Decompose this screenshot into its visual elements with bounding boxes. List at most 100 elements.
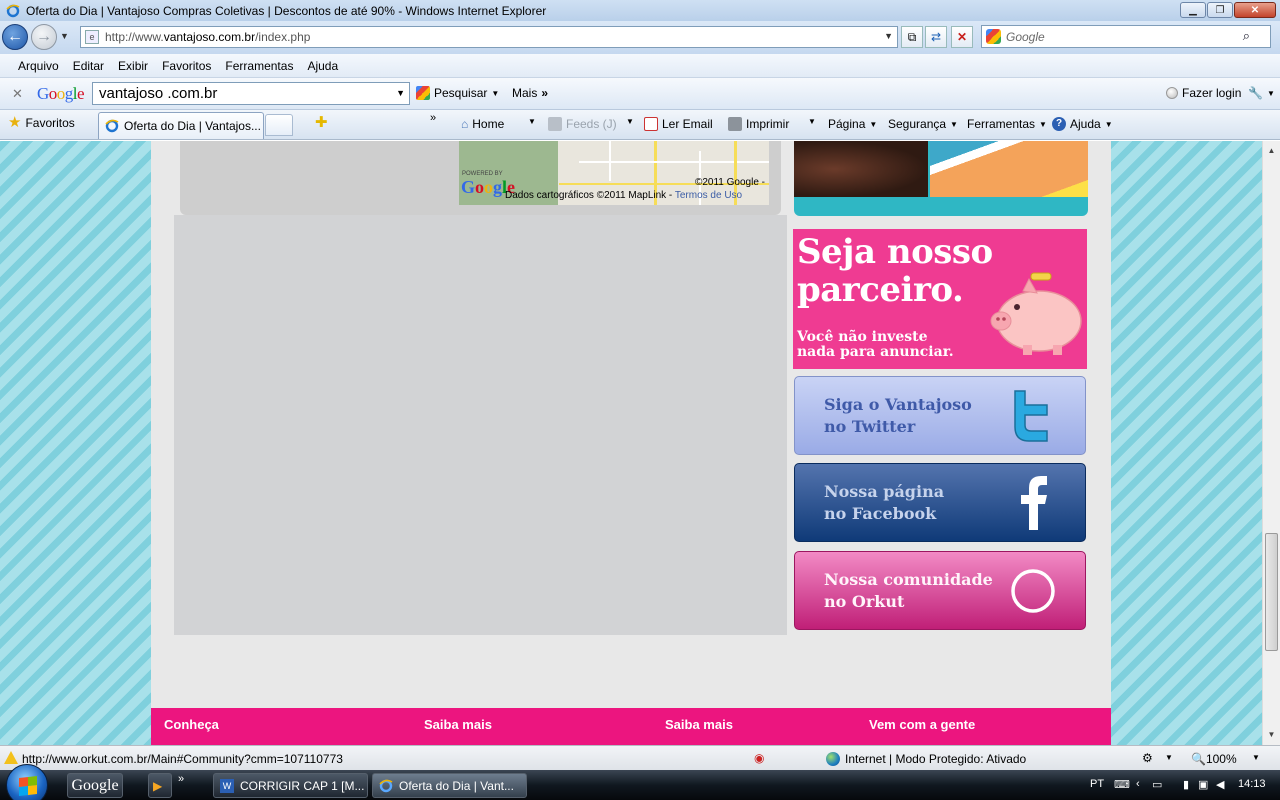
footer-link-saiba-mais-2[interactable]: Saiba mais (665, 717, 733, 732)
word-icon: W (220, 778, 234, 793)
print-dropdown-icon[interactable]: ▼ (808, 117, 816, 126)
feeds-button[interactable]: Feeds (J) (548, 117, 617, 131)
zoom-dropdown-icon[interactable]: ▼ (1252, 753, 1260, 762)
scroll-up-icon[interactable]: ▲ (1263, 143, 1280, 159)
favorites-button[interactable]: ★ Favoritos (8, 115, 75, 130)
menu-exibir[interactable]: Exibir (118, 59, 148, 73)
taskbar-item-ie[interactable]: Oferta do Dia | Vant... (372, 773, 527, 798)
home-dropdown-icon[interactable]: ▼ (528, 117, 536, 126)
globe-icon (826, 752, 840, 766)
favorites-label: Favoritos (25, 116, 75, 130)
page-container: POWERED BY Google ©2011 Google - Dados c… (151, 141, 1111, 745)
twitter-line1: Siga o Vantajoso (824, 394, 972, 414)
page-menu-button[interactable]: Página ▼ (828, 117, 877, 131)
pesquisar-button[interactable]: Pesquisar ▼ (416, 86, 499, 100)
menu-ajuda[interactable]: Ajuda (307, 59, 338, 73)
scroll-down-icon[interactable]: ▼ (1263, 727, 1280, 743)
privacy-icon[interactable]: ◉ (754, 751, 764, 765)
search-icon[interactable]: ⌕ (1243, 28, 1250, 44)
facebook-button[interactable]: Nossa página no Facebook (794, 463, 1086, 542)
google-toolbar-search-input[interactable]: vantajoso .com.br ▼ (92, 82, 410, 105)
feeds-dropdown-icon[interactable]: ▼ (626, 117, 634, 126)
taskbar-item-word[interactable]: W CORRIGIR CAP 1 [M... (213, 773, 368, 798)
battery-icon[interactable]: ▮ (1183, 778, 1189, 791)
footer-link-vem-com-a-gente[interactable]: Vem com a gente (869, 717, 975, 732)
add-favorites-bar-button[interactable]: ✚ (315, 115, 328, 130)
scroll-thumb[interactable] (1265, 533, 1278, 651)
quicklaunch-more-icon[interactable]: » (178, 773, 184, 785)
compatibility-view-icon[interactable]: ⧉ (901, 26, 923, 48)
home-button[interactable]: ⌂ Home (461, 117, 504, 131)
google-toolbar-logo: Google (37, 84, 85, 103)
refresh-icon[interactable]: ⇄ (925, 26, 947, 48)
tab-active[interactable]: Oferta do Dia | Vantajos... (98, 112, 264, 139)
query-dropdown-icon[interactable]: ▼ (396, 88, 405, 98)
forward-button[interactable]: → (31, 24, 57, 50)
partner-banner[interactable]: Seja nosso parceiro. Você não investe na… (793, 229, 1087, 369)
volume-icon[interactable]: ◀ (1216, 778, 1224, 791)
address-dropdown-icon[interactable]: ▼ (884, 31, 893, 41)
google-taskbar-button[interactable]: Google (67, 773, 123, 798)
feeds-label: Feeds (J) (566, 117, 617, 131)
search-input[interactable]: Google ⌕ (981, 25, 1271, 48)
menu-editar[interactable]: Editar (73, 59, 104, 73)
map-carto-label: Dados cartográficos ©2011 MapLink - (505, 190, 673, 201)
menu-arquivo[interactable]: Arquivo (18, 59, 59, 73)
restore-button[interactable]: ❐ (1207, 2, 1233, 18)
tools-menu-button[interactable]: Ferramentas ▼ (967, 117, 1047, 131)
close-toolbar-icon[interactable]: ✕ (12, 86, 23, 102)
home-icon: ⌂ (461, 117, 469, 131)
partner-headline-line1: Seja nosso (797, 232, 993, 272)
chevron-down-icon[interactable]: ▼ (1165, 753, 1173, 762)
double-chevron-icon: » (541, 86, 549, 100)
zoom-level[interactable]: 🔍100% (1191, 752, 1237, 766)
orkut-button[interactable]: Nossa comunidade no Orkut (794, 551, 1086, 630)
vertical-scrollbar[interactable]: ▲ ▼ (1262, 141, 1280, 745)
taskbar-item-word-label: CORRIGIR CAP 1 [M... (240, 778, 365, 793)
stop-icon[interactable]: ✕ (951, 26, 973, 48)
menu-ferramentas[interactable]: Ferramentas (225, 59, 293, 73)
google-map[interactable]: POWERED BY Google ©2011 Google - Dados c… (459, 141, 769, 205)
facebook-line1: Nossa página (824, 481, 945, 501)
taskbar: Google ▶ » W CORRIGIR CAP 1 [M... Oferta… (0, 764, 1280, 800)
minimize-button[interactable]: ▁ (1180, 2, 1206, 18)
ie-tab-icon (105, 119, 119, 133)
recent-pages-dropdown-icon[interactable]: ▼ (60, 31, 69, 41)
safely-remove-icon[interactable]: ▭ (1152, 778, 1162, 791)
map-terms-link[interactable]: Termos de Uso (675, 190, 742, 201)
deal-image[interactable] (794, 141, 1088, 216)
toolbar-settings-button[interactable]: 🔧 ▼ (1248, 86, 1275, 100)
start-button[interactable] (6, 764, 48, 800)
address-bar[interactable]: e http://www. vantajoso.com.br/index.php … (80, 26, 898, 48)
media-player-button[interactable]: ▶ (148, 773, 172, 798)
security-zone[interactable]: Internet | Modo Protegido: Ativado (826, 752, 1026, 766)
partner-sub-line1: Você não investe (797, 329, 928, 345)
more-chevron-icon[interactable]: » (430, 112, 436, 124)
status-bar: http://www.orkut.com.br/Main#Community?c… (0, 745, 1280, 770)
read-email-button[interactable]: Ler Email (644, 117, 713, 131)
protected-mode-icon[interactable]: ⚙ (1142, 751, 1153, 765)
security-menu-button[interactable]: Segurança ▼ (888, 117, 958, 131)
keyboard-icon[interactable]: ⌨ (1114, 778, 1130, 791)
footer-link-conheca[interactable]: Conheça (164, 717, 219, 732)
twitter-button[interactable]: Siga o Vantajoso no Twitter (794, 376, 1086, 455)
orkut-line1: Nossa comunidade (824, 569, 993, 589)
map-carto-text: Dados cartográficos ©2011 MapLink - Term… (505, 190, 742, 201)
menu-favoritos[interactable]: Favoritos (162, 59, 211, 73)
print-button[interactable]: Imprimir (728, 117, 789, 131)
google-taskbar-label: Google (71, 776, 119, 794)
clock[interactable]: 14:13 (1238, 778, 1266, 790)
new-tab-button[interactable] (265, 114, 293, 136)
mais-button[interactable]: Mais » (512, 86, 548, 100)
network-icon[interactable]: ▣ (1198, 778, 1208, 791)
back-button[interactable]: ← (2, 24, 28, 50)
language-indicator[interactable]: PT (1090, 778, 1104, 790)
status-url: http://www.orkut.com.br/Main#Community?c… (22, 752, 343, 766)
help-menu-button[interactable]: ? Ajuda ▼ (1052, 117, 1113, 131)
ie-logo-icon (6, 4, 20, 17)
login-button[interactable]: Fazer login (1166, 86, 1241, 100)
login-icon (1166, 87, 1178, 99)
footer-link-saiba-mais-1[interactable]: Saiba mais (424, 717, 492, 732)
close-button[interactable]: ✕ (1234, 2, 1276, 18)
tray-expand-icon[interactable]: ‹ (1136, 778, 1140, 790)
